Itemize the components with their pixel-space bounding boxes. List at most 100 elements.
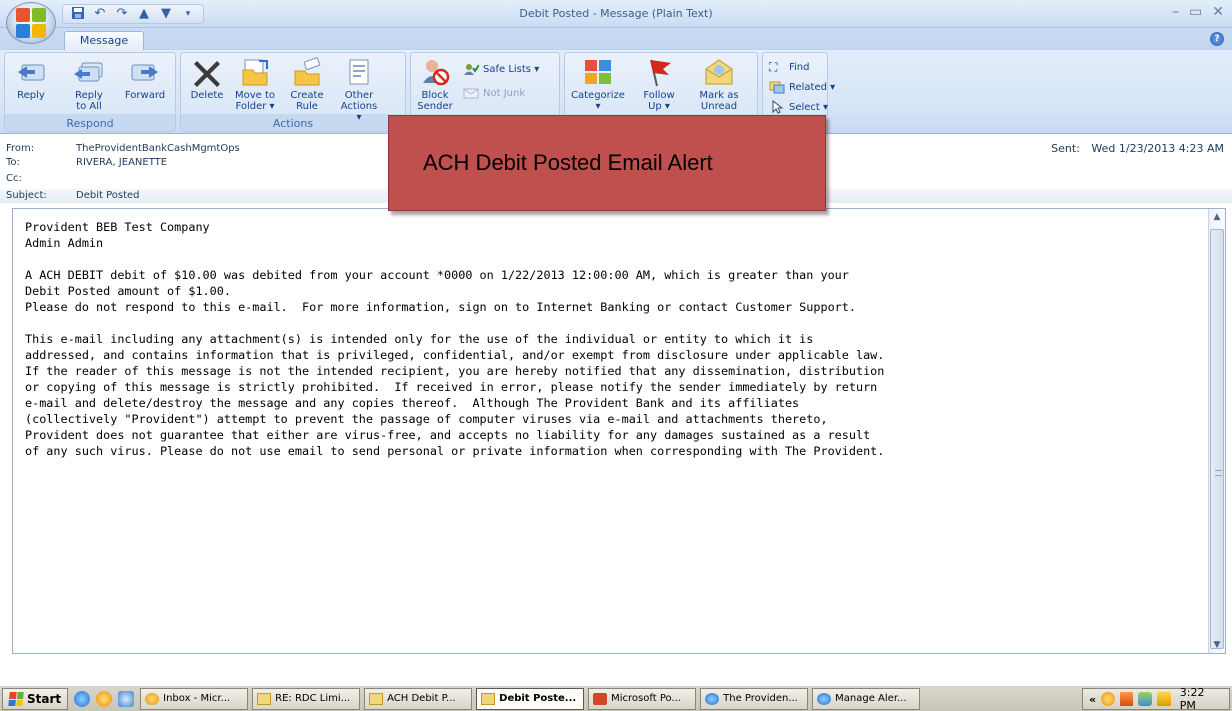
ie-icon[interactable] (74, 690, 91, 707)
to-value[interactable]: RIVERA, JEANETTE (76, 157, 167, 168)
mail-icon (369, 692, 384, 705)
message-body-text: Provident BEB Test Company Admin Admin A… (25, 219, 1203, 459)
subject-row: Subject: Debit Posted (6, 190, 140, 201)
block-sender-button[interactable]: Block Sender (413, 57, 457, 112)
title-bar: ↶ ↷ ▲ ▼ ▾ Debit Posted - Message (Plain … (0, 0, 1232, 28)
other-actions-icon (349, 59, 369, 85)
from-row: From: TheProvidentBankCashMgmtOps (6, 143, 240, 154)
reply-all-button[interactable]: Reply to All (67, 57, 111, 112)
taskbar-button[interactable]: Debit Poste... (476, 687, 585, 710)
ribbon-tabstrip: Message ? (0, 28, 1232, 51)
office-button[interactable] (6, 2, 56, 44)
body-line: Admin Admin (25, 236, 104, 250)
reply-button[interactable]: Reply (9, 57, 53, 101)
taskbar-button[interactable]: Microsoft Po... (588, 687, 697, 710)
windows-logo-icon (8, 691, 24, 706)
safe-lists-icon (464, 64, 479, 75)
body-line: of any such virus. Please do not use ema… (25, 444, 885, 458)
body-line: e-mail and delete/destroy the message an… (25, 396, 800, 410)
close-button[interactable]: ✕ (1212, 4, 1224, 20)
taskbar-button[interactable]: The Providen... (700, 687, 809, 710)
from-label: From: (6, 143, 35, 154)
taskbar-button-label: The Providen... (723, 693, 798, 704)
show-desktop-icon[interactable] (118, 690, 135, 707)
related-icon (769, 81, 785, 94)
follow-up-flag-icon (650, 59, 671, 87)
move-to-folder-button[interactable]: Move to Folder ▾ (233, 57, 277, 112)
outlook-icon[interactable] (96, 690, 113, 707)
tab-message[interactable]: Message (64, 31, 144, 51)
subject-label: Subject: (6, 190, 47, 201)
other-actions-button[interactable]: Other Actions ▾ (337, 57, 381, 123)
delete-button[interactable]: Delete (185, 57, 229, 101)
body-line: This e-mail including any attachment(s) … (25, 332, 814, 346)
find-button[interactable]: ⛶ Find (769, 59, 810, 75)
update-shield-icon[interactable] (1157, 692, 1171, 706)
mark-as-unread-icon (705, 59, 733, 85)
start-button[interactable]: Start (2, 687, 69, 710)
create-rule-icon (294, 57, 321, 86)
safe-lists-button[interactable]: Safe Lists ▾ (463, 61, 539, 77)
actions-group-label: Actions (272, 117, 314, 130)
not-junk-icon (463, 88, 479, 99)
taskbar-button-label: RE: RDC Limi... (275, 693, 351, 704)
block-sender-icon (423, 60, 450, 86)
sent-value: Wed 1/23/2013 4:23 AM (1091, 142, 1224, 155)
taskbar-button[interactable]: Inbox - Micr... (140, 687, 249, 710)
forward-button[interactable]: Forward (123, 57, 167, 101)
minimize-button[interactable]: – (1172, 4, 1179, 20)
taskbar-button-label: Manage Aler... (835, 693, 907, 704)
body-line: If the reader of this message is not the… (25, 364, 885, 378)
categorize-button[interactable]: Categorize ▾ (567, 57, 629, 112)
scroll-up-arrow-icon[interactable]: ▲ (1209, 209, 1225, 225)
taskbar-button[interactable]: ACH Debit P... (364, 687, 473, 710)
select-button[interactable]: Select ▾ (769, 99, 828, 115)
callout-text: ACH Debit Posted Email Alert (423, 150, 713, 175)
sent-label: Sent: (1051, 142, 1080, 155)
tray-chevron[interactable]: « (1089, 693, 1096, 706)
scroll-down-arrow-icon[interactable]: ▼ (1209, 637, 1225, 653)
ie-icon (705, 692, 720, 705)
mark-as-unread-button[interactable]: Mark as Unread (689, 57, 749, 112)
move-to-folder-icon (242, 59, 268, 86)
network-icon[interactable] (1138, 692, 1153, 706)
find-binoculars-icon: ⛶ (769, 60, 778, 74)
body-line: A ACH DEBIT debit of $10.00 was debited … (25, 268, 849, 282)
taskbar-button[interactable]: Manage Aler... (812, 687, 921, 710)
ie-icon (817, 692, 832, 705)
help-icon[interactable]: ? (1210, 32, 1224, 46)
follow-up-button[interactable]: Follow Up ▾ (633, 57, 685, 112)
mail-icon (257, 692, 272, 705)
taskbar-button[interactable]: RE: RDC Limi... (252, 687, 361, 710)
window-controls: – ▭ ✕ (1172, 4, 1224, 20)
reply-all-icon (74, 62, 103, 82)
categorize-icon (585, 60, 611, 84)
scrollbar-thumb[interactable] (1210, 229, 1224, 649)
system-tray: « 3:22 PM (1082, 686, 1230, 711)
related-button[interactable]: Related ▾ (769, 79, 835, 95)
respond-group-label: Respond (66, 117, 114, 130)
body-line: Provident BEB Test Company (25, 220, 210, 234)
from-value[interactable]: TheProvidentBankCashMgmtOps (76, 143, 240, 154)
delete-icon (194, 61, 220, 87)
body-line: (collectively "Provident") attempt to pr… (25, 412, 828, 426)
window-title: Debit Posted - Message (Plain Text) (519, 7, 713, 20)
to-row: To: RIVERA, JEANETTE (6, 157, 167, 168)
not-junk-button[interactable]: Not Junk (463, 85, 525, 101)
outlook-icon (145, 692, 160, 705)
quick-launch (74, 690, 135, 707)
taskbar-button-label: Debit Poste... (499, 693, 577, 704)
taskbar-button-label: Inbox - Micr... (163, 693, 231, 704)
body-line: Please do not respond to this e-mail. Fo… (25, 300, 856, 314)
security-shield-icon[interactable] (1119, 692, 1134, 706)
subject-value: Debit Posted (76, 190, 140, 201)
vertical-scrollbar[interactable]: ▲ ▼ (1208, 209, 1225, 653)
restore-button[interactable]: ▭ (1189, 4, 1202, 20)
body-line: addressed, and contains information that… (25, 348, 885, 362)
outlook-tray-icon[interactable] (1101, 692, 1115, 706)
select-cursor-icon (772, 100, 784, 114)
to-label: To: (6, 157, 20, 168)
message-body[interactable]: Provident BEB Test Company Admin Admin A… (12, 208, 1226, 654)
create-rule-button[interactable]: Create Rule (285, 57, 329, 112)
forward-icon (131, 64, 158, 81)
